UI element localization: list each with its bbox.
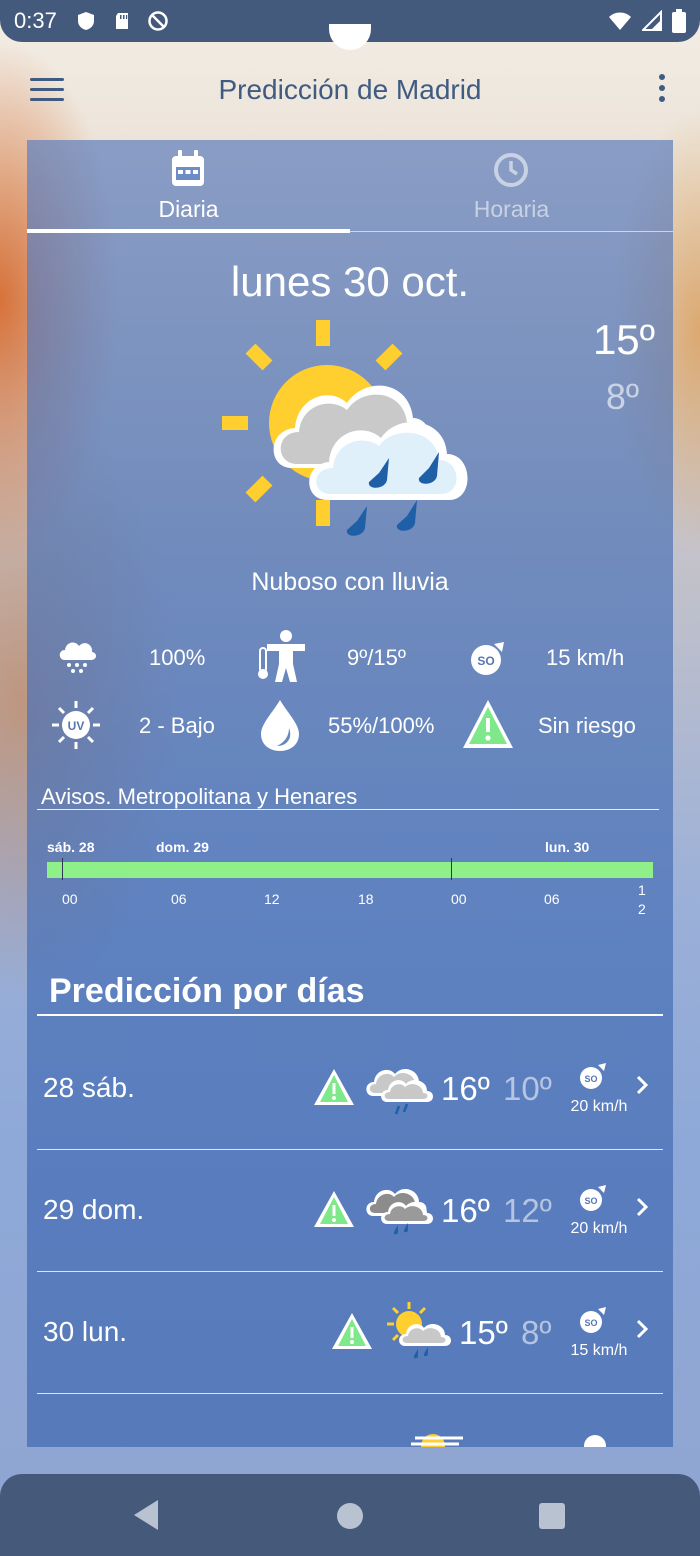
tab-bar: Diaria Horaria <box>27 140 673 234</box>
forecast-section-title: Predicción por días <box>49 972 365 1010</box>
shield-icon <box>77 12 94 30</box>
wind-direction-icon: SO <box>580 1307 606 1333</box>
system-nav-bar <box>0 1474 700 1556</box>
calendar-icon <box>172 150 204 186</box>
tab-divider <box>350 231 673 232</box>
chevron-right-icon <box>636 1197 649 1217</box>
do-not-disturb-icon <box>148 11 168 31</box>
fog-sun-icon <box>411 1434 463 1447</box>
cloudy-rain-icon <box>366 1068 433 1115</box>
tab-horaria[interactable]: Horaria <box>350 140 673 234</box>
forecast-day: 29 dom. <box>43 1194 145 1225</box>
forecast-day: 30 lun. <box>43 1316 128 1347</box>
timeline-hour: 06 <box>544 891 560 907</box>
timeline-hour: 2 <box>638 901 646 917</box>
wind-direction-icon: SO <box>580 1185 606 1211</box>
forecast-panel: Diaria Horaria lunes 30 oct. 15º 8º Nubo… <box>27 140 673 1447</box>
rain-cloud-icon <box>59 642 97 673</box>
sun-cloud-rain-icon <box>387 1302 451 1359</box>
svg-text:UV: UV <box>68 719 85 733</box>
warnings-title: Avisos. Metropolitana y Henares <box>41 784 358 809</box>
section-divider <box>37 1014 663 1016</box>
forecast-wind: 15 km/h <box>570 1342 628 1359</box>
wind-direction-icon: SO <box>471 642 504 675</box>
battery-icon <box>672 9 686 33</box>
wifi-icon <box>609 12 631 30</box>
warning-triangle-icon <box>463 700 513 748</box>
timeline-date: lun. 30 <box>545 839 590 855</box>
chevron-right-icon <box>636 1075 649 1095</box>
home-icon[interactable] <box>336 1502 364 1530</box>
timeline-tick <box>451 858 452 880</box>
forecast-tmin: 12º <box>503 1192 552 1229</box>
warning-triangle-icon <box>332 1313 372 1349</box>
tab-diaria-label: Diaria <box>158 196 219 222</box>
warning-triangle-icon <box>314 1069 354 1105</box>
svg-text:SO: SO <box>477 654 494 668</box>
svg-text:SO: SO <box>584 1074 597 1084</box>
timeline-hour: 12 <box>264 891 280 907</box>
humidity-drop-icon <box>261 700 299 751</box>
page-title: Predicción de Madrid <box>218 74 482 105</box>
thermal-sensation-icon <box>258 630 305 682</box>
status-time: 0:37 <box>14 8 57 33</box>
wind-direction-icon <box>584 1435 606 1447</box>
more-vert-dot <box>659 85 665 91</box>
timeline-hour: 1 <box>638 882 646 898</box>
day-title: lunes 30 oct. <box>230 258 470 305</box>
timeline-hour: 00 <box>62 891 78 907</box>
forecast-row-partial[interactable] <box>37 1394 663 1447</box>
active-tab-indicator <box>27 229 350 233</box>
precip-probability: 100% <box>149 645 206 670</box>
forecast-day: 28 sáb. <box>43 1072 135 1103</box>
forecast-row-30[interactable]: 30 lun. 15º 8º SO 15 km/h <box>37 1272 663 1394</box>
temp-min: 8º <box>605 376 639 417</box>
temp-max: 15º <box>592 316 655 363</box>
wind-speed: 15 km/h <box>546 645 625 670</box>
warning-triangle-icon <box>314 1191 354 1227</box>
signal-icon <box>642 10 662 31</box>
forecast-row-28[interactable]: 28 sáb. 16º 10º SO 20 km/h <box>37 1028 663 1150</box>
forecast-tmin: 10º <box>503 1070 552 1107</box>
forecast-wind: 20 km/h <box>570 1098 628 1115</box>
cloudy-rain-sun-icon <box>222 320 468 536</box>
thermal-sensation: 9º/15º <box>347 645 406 670</box>
forecast-wind: 20 km/h <box>570 1220 628 1237</box>
svg-text:SO: SO <box>584 1196 597 1206</box>
warning-timeline-bar[interactable] <box>47 862 653 878</box>
timeline-date: sáb. 28 <box>47 839 95 855</box>
warnings-divider <box>37 809 659 810</box>
back-icon[interactable] <box>132 1498 160 1532</box>
uv-index-icon: UV <box>52 701 100 749</box>
more-options-button[interactable] <box>655 74 669 106</box>
svg-text:SO: SO <box>584 1318 597 1328</box>
clock-icon <box>494 153 528 187</box>
wind-direction-icon: SO <box>580 1063 606 1089</box>
forecast-tmin: 8º <box>521 1314 552 1351</box>
humidity: 55%/100% <box>328 713 435 738</box>
tab-horaria-label: Horaria <box>473 196 550 222</box>
uv-index: 2 - Bajo <box>139 713 215 738</box>
chevron-right-icon <box>636 1319 649 1339</box>
forecast-tmax: 16º <box>441 1070 490 1107</box>
timeline-hour: 18 <box>358 891 374 907</box>
timeline-hour: 06 <box>171 891 187 907</box>
recents-icon[interactable] <box>538 1502 566 1530</box>
sd-card-icon <box>115 13 128 29</box>
more-vert-dot <box>659 96 665 102</box>
timeline-date: dom. 29 <box>156 839 209 855</box>
weather-description: Nuboso con lluvia <box>251 568 449 596</box>
timeline-tick <box>62 858 63 880</box>
forecast-tmax: 15º <box>459 1314 508 1351</box>
timeline-hour: 00 <box>451 891 467 907</box>
cloudy-rain-icon <box>366 1188 433 1235</box>
tab-diaria[interactable]: Diaria <box>27 140 350 234</box>
risk-level: Sin riesgo <box>538 713 636 738</box>
app-bar: Predicción de Madrid <box>0 60 700 120</box>
forecast-tmax: 16º <box>441 1192 490 1229</box>
forecast-row-29[interactable]: 29 dom. 16º 12º SO 20 km/h <box>37 1150 663 1272</box>
more-vert-icon <box>659 74 665 80</box>
